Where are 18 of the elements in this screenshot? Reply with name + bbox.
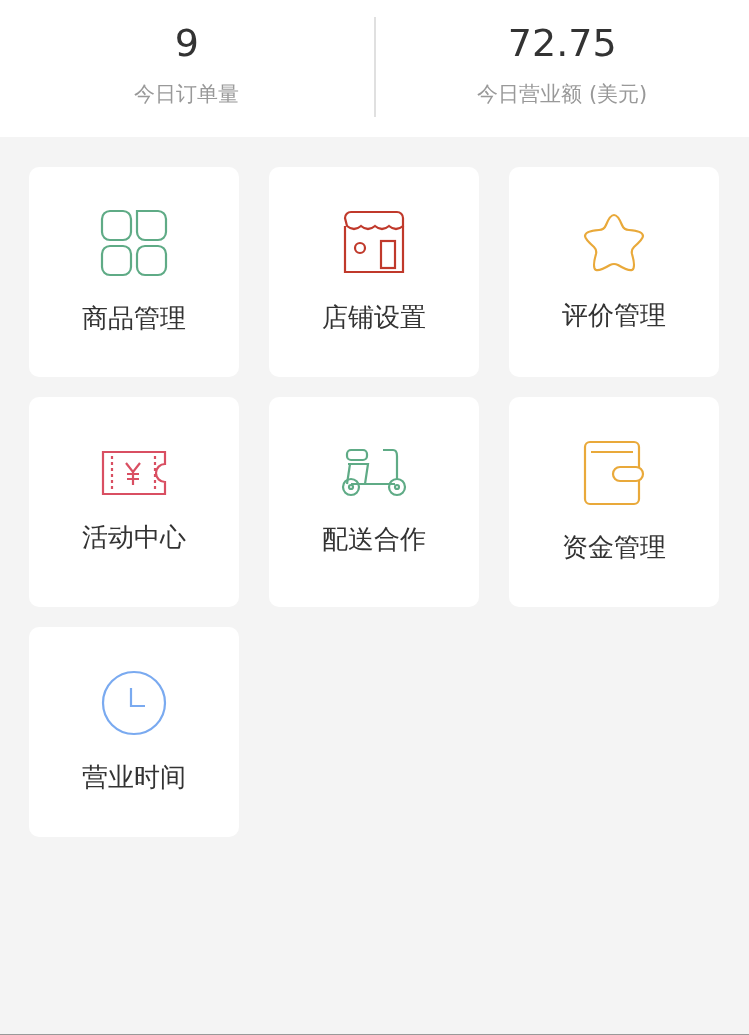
- menu-tile[interactable]: 营业时间: [29, 627, 239, 837]
- menu-tile[interactable]: 评价管理: [509, 167, 719, 377]
- menu-tile[interactable]: 活动中心: [29, 397, 239, 607]
- stat-label: 今日营业额 (美元): [477, 81, 648, 108]
- stat-value: 72.75: [507, 20, 617, 67]
- stat-value: 9: [174, 20, 199, 67]
- menu-tile[interactable]: 商品管理: [29, 167, 239, 377]
- menu-label: 资金管理: [562, 530, 666, 564]
- stat-label: 今日订单量: [134, 81, 240, 108]
- menu-tile[interactable]: 资金管理: [509, 397, 719, 607]
- menu-label: 商品管理: [82, 301, 186, 335]
- menu-label: 店铺设置: [322, 300, 426, 334]
- menu-tile[interactable]: 店铺设置: [269, 167, 479, 377]
- menu-label: 活动中心: [82, 520, 186, 554]
- menu-label: 营业时间: [82, 760, 186, 794]
- menu-label: 评价管理: [562, 298, 666, 332]
- menu-tile[interactable]: 配送合作: [269, 397, 479, 607]
- menu-label: 配送合作: [322, 522, 426, 556]
